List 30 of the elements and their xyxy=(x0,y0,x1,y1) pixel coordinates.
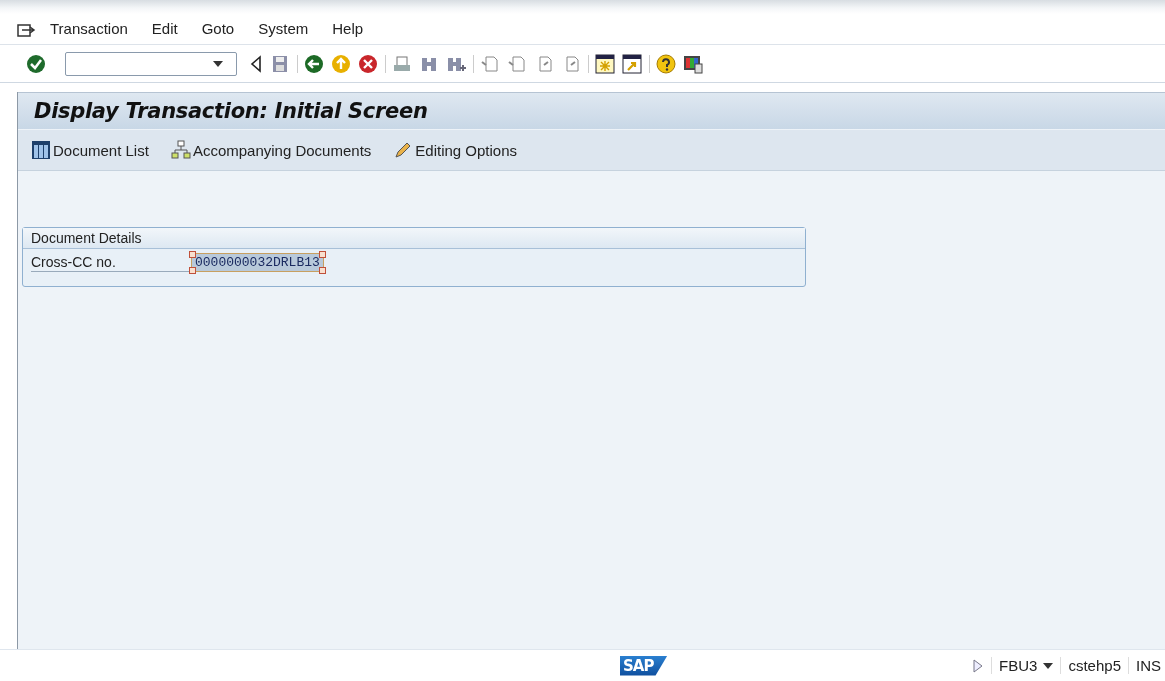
shortcut-icon[interactable] xyxy=(622,53,642,74)
transaction-code: FBU3 xyxy=(999,657,1038,674)
toolbar-button[interactable]: Accompanying Documents xyxy=(167,138,375,162)
screen-title: Display Transaction: Initial Screen xyxy=(34,99,428,123)
menu-item[interactable]: Edit xyxy=(151,18,178,39)
command-field[interactable] xyxy=(65,51,237,76)
toolbar-button[interactable]: Document List xyxy=(28,138,152,162)
new-session-icon[interactable] xyxy=(595,53,615,74)
layout-icon[interactable] xyxy=(683,53,703,74)
input-field[interactable]: 0000000032DRLB13 xyxy=(191,253,324,272)
hierarchy-icon xyxy=(170,140,191,160)
sap-logo: SAP xyxy=(620,655,668,676)
caret-icon xyxy=(213,60,223,67)
checkmark-icon[interactable] xyxy=(26,53,46,74)
dropdown-icon[interactable] xyxy=(1043,662,1054,669)
cancel-icon[interactable] xyxy=(358,53,378,74)
group-title: Document Details xyxy=(23,228,805,249)
menu-icon[interactable] xyxy=(16,23,36,39)
table-icon xyxy=(31,140,51,160)
menu-item[interactable]: Goto xyxy=(201,18,235,39)
menu-item[interactable]: Transaction xyxy=(50,18,128,39)
save-icon[interactable] xyxy=(270,53,290,74)
back-icon[interactable] xyxy=(304,53,324,74)
toolbar-button[interactable]: Editing Options xyxy=(390,138,521,162)
expand-icon[interactable] xyxy=(973,658,984,673)
insert-mode: INS xyxy=(1136,657,1161,674)
help-icon[interactable] xyxy=(656,53,676,74)
menu-item[interactable]: Help xyxy=(332,18,364,39)
server-name: cstehp5 xyxy=(1068,657,1121,674)
menu-item[interactable]: System xyxy=(258,18,309,39)
